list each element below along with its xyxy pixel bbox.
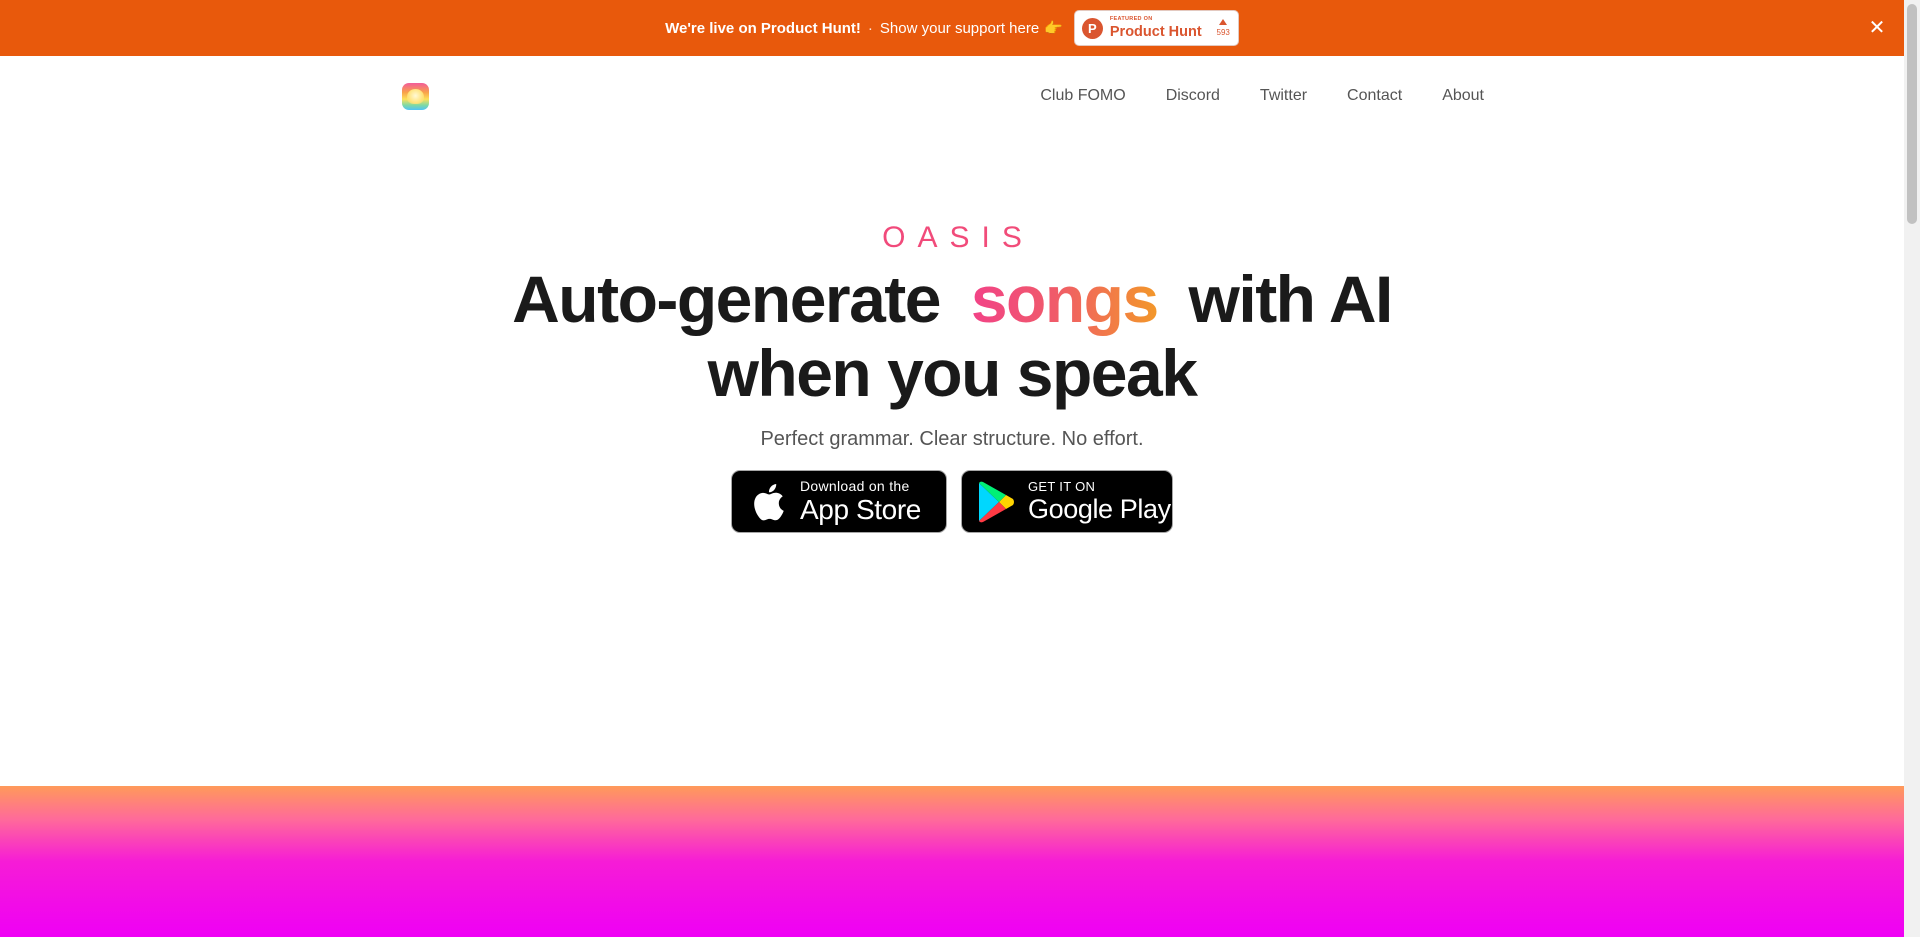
google-play-big-label: Google Play xyxy=(1028,494,1171,524)
nav-link-discord[interactable]: Discord xyxy=(1166,85,1220,107)
main-nav: Club FOMO Discord Twitter Contact About xyxy=(1040,85,1484,107)
nav-link-twitter[interactable]: Twitter xyxy=(1260,85,1307,107)
product-hunt-vote-count: 593 xyxy=(1216,28,1230,37)
hero-subhead: Perfect grammar. Clear structure. No eff… xyxy=(760,428,1144,450)
headline-line-2: when you speak xyxy=(707,336,1198,410)
brand-wordmark: OASIS xyxy=(0,220,1904,256)
product-hunt-votes: 593 xyxy=(1217,19,1230,37)
banner-separator: · xyxy=(867,19,873,37)
oasis-logo[interactable] xyxy=(402,83,429,110)
banner-support-text: Show your support here xyxy=(879,19,1040,37)
google-play-button[interactable]: GET IT ON Google Play xyxy=(961,470,1173,533)
pointing-hand-icon: 👉 xyxy=(1044,20,1063,37)
app-store-text: Download on the App Store xyxy=(800,479,921,524)
sun-logo-icon xyxy=(407,89,424,104)
banner-live-text: We're live on Product Hunt! xyxy=(665,19,861,37)
headline-before: Auto-generate xyxy=(512,262,941,336)
gradient-section xyxy=(0,786,1904,937)
nav-link-about[interactable]: About xyxy=(1442,85,1484,107)
app-store-small-label: Download on the xyxy=(800,478,910,494)
page: We're live on Product Hunt! · Show your … xyxy=(0,0,1904,937)
nav-link-contact[interactable]: Contact xyxy=(1347,85,1402,107)
google-play-small-label: GET IT ON xyxy=(1028,479,1096,494)
announcement-banner: We're live on Product Hunt! · Show your … xyxy=(0,0,1904,56)
product-hunt-name: Product Hunt xyxy=(1109,23,1202,40)
hero-headline: Auto-generate songs with AI when you spe… xyxy=(0,262,1904,410)
product-hunt-logo-icon: P xyxy=(1081,17,1103,39)
headline-after: with AI xyxy=(1188,262,1394,336)
product-hunt-badge[interactable]: P FEATURED ON Product Hunt 593 xyxy=(1073,10,1239,46)
app-store-button[interactable]: Download on the App Store xyxy=(731,470,947,533)
scrollbar-thumb[interactable] xyxy=(1907,4,1917,224)
google-play-text: GET IT ON Google Play xyxy=(1028,480,1171,523)
apple-icon xyxy=(748,482,788,522)
upvote-arrow-icon xyxy=(1219,19,1228,25)
google-play-icon xyxy=(976,481,1016,522)
store-buttons: Download on the App Store GET IT ON Goog… xyxy=(0,470,1904,533)
headline-line-1: Auto-generate songs with AI xyxy=(0,262,1904,336)
nav-link-club-fomo[interactable]: Club FOMO xyxy=(1040,85,1125,107)
product-hunt-featured-label: FEATURED ON xyxy=(1109,16,1153,22)
headline-highlight: songs xyxy=(957,262,1172,336)
app-store-big-label: App Store xyxy=(800,494,921,525)
product-hunt-badge-text: FEATURED ON Product Hunt xyxy=(1109,16,1202,40)
page-scrollbar[interactable] xyxy=(1904,0,1920,937)
close-icon[interactable]: ✕ xyxy=(1866,17,1888,39)
